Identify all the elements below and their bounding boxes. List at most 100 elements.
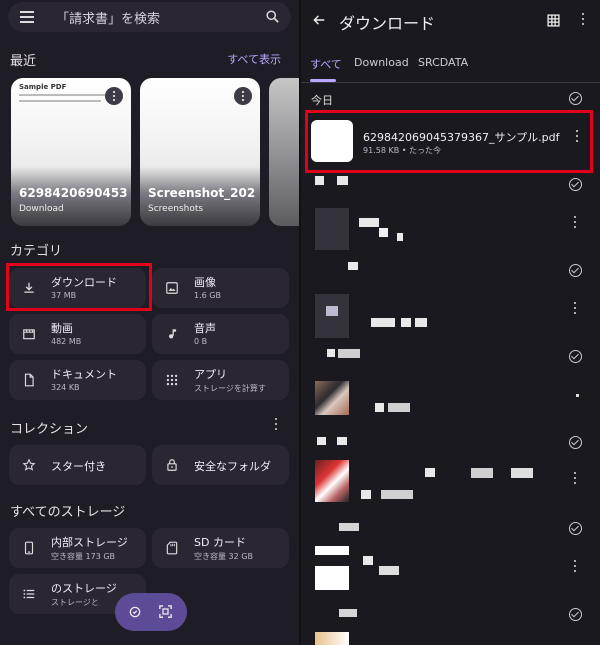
blurred-text: [338, 349, 360, 358]
fab-toolbar[interactable]: [115, 593, 187, 631]
category-label: ドキュメント: [51, 368, 117, 381]
video-icon: [23, 329, 35, 340]
blurred-text: [337, 437, 347, 445]
back-arrow-icon[interactable]: [312, 13, 326, 27]
blurred-text: [388, 403, 410, 412]
category-size: 1.6 GB: [194, 291, 221, 300]
search-icon[interactable]: [265, 9, 280, 24]
blurred-text: [401, 318, 411, 327]
more-vert-icon[interactable]: [573, 560, 577, 574]
menu-icon[interactable]: [20, 11, 34, 23]
categories-title: カテゴリ: [10, 244, 63, 259]
more-vert-icon[interactable]: [581, 13, 585, 27]
files-home-panel: 「請求書」を検索 最近 すべて表示 Sample PDF 62984206904…: [0, 0, 299, 645]
category-label: アプリ: [194, 368, 227, 381]
blurred-text: [348, 262, 358, 270]
storage-free: 空き容量 32 GB: [194, 552, 253, 561]
check-circle-icon[interactable]: [569, 92, 582, 105]
storage-sd-card[interactable]: SD カード 空き容量 32 GB: [152, 528, 289, 568]
blurred-text: [415, 318, 427, 327]
scan-icon[interactable]: [158, 604, 173, 619]
blurred-text: [363, 556, 373, 565]
check-circle-icon[interactable]: [569, 522, 582, 535]
lock-icon: [167, 459, 177, 471]
recent-card-screenshot[interactable]: Screenshot_2026-... Screenshots: [140, 78, 260, 226]
category-label: 画像: [194, 276, 216, 289]
storage-internal[interactable]: 内部ストレージ 空き容量 173 GB: [9, 528, 146, 568]
check-circle-icon[interactable]: [569, 436, 582, 449]
category-size: ストレージを計算す: [194, 384, 266, 393]
storage-label: SD カード: [194, 536, 246, 549]
category-size: 0 B: [194, 337, 208, 346]
check-circle-icon[interactable]: [569, 608, 582, 621]
collection-label: スター付き: [51, 460, 106, 473]
blurred-text: [381, 490, 413, 499]
list-icon: [23, 589, 35, 599]
search-bar[interactable]: 「請求書」を検索: [8, 2, 291, 32]
blurred-text: [317, 437, 326, 445]
divider: [301, 82, 600, 83]
card-name: Screenshot_2026-...: [148, 186, 256, 200]
more-vert-icon[interactable]: [274, 418, 278, 432]
storage-label: のストレージ: [51, 582, 117, 595]
blurred-text: [379, 566, 399, 575]
collection-starred[interactable]: スター付き: [9, 445, 146, 485]
blurred-text: [371, 318, 395, 327]
more-vert-icon[interactable]: [573, 302, 577, 316]
blurred-text: [375, 403, 384, 412]
see-all-link[interactable]: すべて表示: [227, 51, 281, 67]
blurred-thumbnail: [315, 632, 349, 645]
tab-download[interactable]: Download: [354, 56, 409, 69]
blurred-text: [397, 233, 403, 241]
blurred-text: [425, 468, 435, 477]
check-circle-icon[interactable]: [569, 350, 582, 363]
blurred-text: [471, 468, 493, 478]
category-size: 482 MB: [51, 337, 82, 346]
star-icon: [22, 458, 36, 471]
tab-srcdata[interactable]: SRCDATA: [418, 56, 468, 69]
collections-title: コレクション: [10, 422, 89, 437]
category-videos[interactable]: 動画 482 MB: [9, 314, 146, 354]
more-icon[interactable]: [105, 87, 123, 105]
blurred-thumbnail: [315, 208, 349, 250]
sweep-clean-icon[interactable]: [128, 605, 142, 619]
collection-safe-folder[interactable]: 安全なフォルダ: [152, 445, 289, 485]
highlight-box: [6, 263, 152, 311]
storage-free: 空き容量 173 GB: [51, 552, 116, 561]
category-audio[interactable]: 音声 0 B: [152, 314, 289, 354]
recent-card-pdf[interactable]: Sample PDF 629842069045379... Download: [11, 78, 131, 226]
phone-icon: [24, 541, 34, 555]
blurred-thumbnail: [315, 294, 349, 338]
blurred-thumbnail: [326, 306, 338, 316]
more-icon[interactable]: [234, 87, 252, 105]
category-apps[interactable]: アプリ ストレージを計算す: [152, 360, 289, 400]
recent-title: 最近: [10, 54, 37, 69]
recent-card-partial[interactable]: [269, 78, 299, 226]
more-vert-icon[interactable]: [576, 394, 579, 397]
downloads-panel: ダウンロード すべて Download SRCDATA 今日 629842069…: [301, 0, 600, 645]
grid-view-icon[interactable]: [547, 14, 560, 27]
blurred-text: [511, 468, 533, 478]
card-folder: Screenshots: [148, 204, 204, 214]
more-vert-icon[interactable]: [573, 472, 577, 486]
blurred-thumbnail: [315, 176, 324, 185]
card-folder: Download: [19, 204, 64, 214]
more-vert-icon[interactable]: [573, 216, 577, 230]
sd-card-icon: [166, 541, 178, 555]
check-circle-icon[interactable]: [569, 264, 582, 277]
music-icon: [169, 329, 177, 339]
blurred-text: [361, 490, 371, 499]
blurred-text: [327, 349, 335, 357]
category-label: 音声: [194, 322, 216, 335]
category-images[interactable]: 画像 1.6 GB: [152, 268, 289, 308]
category-documents[interactable]: ドキュメント 324 KB: [9, 360, 146, 400]
search-placeholder: 「請求書」を検索: [56, 12, 161, 27]
tab-all[interactable]: すべて: [310, 56, 342, 72]
highlight-box: [305, 110, 593, 173]
group-header-today: 今日: [311, 94, 333, 107]
collection-label: 安全なフォルダ: [194, 460, 271, 473]
image-icon: [166, 282, 178, 294]
blurred-text: [359, 218, 379, 227]
card-name: 629842069045379...: [19, 186, 127, 200]
check-circle-icon[interactable]: [569, 178, 582, 191]
